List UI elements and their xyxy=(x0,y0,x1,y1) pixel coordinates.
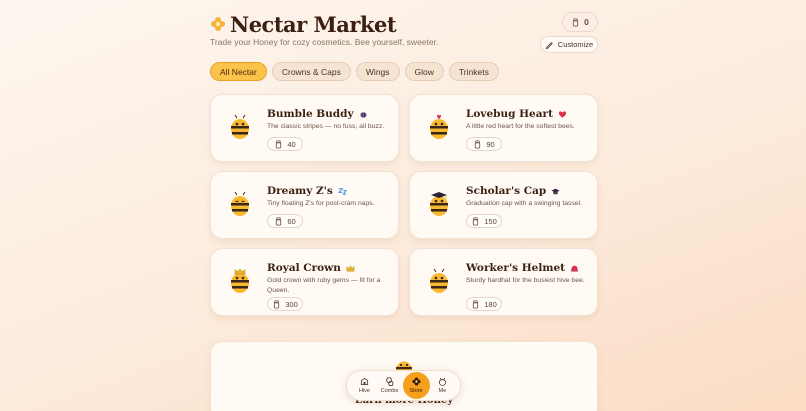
nav-label: Store xyxy=(409,388,423,394)
item-title: Bumble Buddy xyxy=(267,108,368,120)
item-description: Sturdy hardhat for the busiest hive bee. xyxy=(466,277,585,284)
bee-avatar-icon xyxy=(430,192,448,216)
price-button[interactable]: 60 xyxy=(267,214,303,228)
tab-wings[interactable]: Wings xyxy=(355,62,400,81)
nav-store[interactable]: Store xyxy=(402,372,430,399)
item-name: Royal Crown xyxy=(267,262,341,274)
item-description: A little red heart for the softest bees. xyxy=(466,123,575,130)
bee-avatar-icon xyxy=(231,114,249,139)
item-card-bumble-buddy[interactable]: Bumble Buddy The classic stripes — no fu… xyxy=(210,94,399,162)
item-description: Graduation cap with a swinging tassel. xyxy=(466,200,582,207)
nav-label: Me xyxy=(438,388,447,394)
nav-combs[interactable]: Combs xyxy=(378,377,402,394)
price-button[interactable]: 90 xyxy=(466,137,502,151)
price-value: 300 xyxy=(285,299,298,309)
item-description: Gold crown with ruby gems — fit for a Qu… xyxy=(267,277,381,294)
item-title: Dreamy Z's xyxy=(267,185,347,197)
helmet-icon xyxy=(570,265,579,272)
flower-logo-icon xyxy=(211,17,225,31)
honey-jar-icon xyxy=(473,216,479,226)
item-name: Worker's Helmet xyxy=(466,262,565,274)
honey-balance[interactable]: 0 xyxy=(562,12,598,32)
tab-trinkets[interactable]: Trinkets xyxy=(448,62,499,81)
item-grid: Bumble Buddy The classic stripes — no fu… xyxy=(210,94,598,316)
price-button[interactable]: 150 xyxy=(466,214,502,228)
tab-all-nectar[interactable]: All Nectar xyxy=(210,62,267,81)
bee-icon xyxy=(359,111,367,118)
item-name: Dreamy Z's xyxy=(267,185,333,197)
store-icon xyxy=(411,377,421,386)
item-name: Bumble Buddy xyxy=(267,108,354,120)
header: Nectar Market Trade your Honey for cozy … xyxy=(210,12,598,53)
page-subtitle: Trade your Honey for cozy cosmetics. Bee… xyxy=(210,37,439,47)
price-value: 150 xyxy=(484,216,497,226)
honey-jar-icon xyxy=(473,299,479,309)
nav-label: Combs xyxy=(380,388,399,394)
nav-me[interactable]: Me xyxy=(431,377,455,394)
balance-value: 0 xyxy=(584,17,589,27)
pencil-icon xyxy=(545,42,553,49)
customize-button[interactable]: Customize xyxy=(540,36,598,53)
nav-hive[interactable]: Hive xyxy=(353,377,377,394)
honey-jar-icon xyxy=(475,139,481,149)
bee-avatar-icon xyxy=(430,114,448,139)
grad-cap-icon xyxy=(551,188,560,194)
item-title: Lovebug Heart xyxy=(466,108,567,120)
honey-jar-icon xyxy=(274,299,280,309)
item-card-workers-helmet[interactable]: Worker's Helmet Sturdy hardhat for the b… xyxy=(409,248,598,316)
item-title: Worker's Helmet xyxy=(466,262,579,274)
item-name: Scholar's Cap xyxy=(466,185,547,197)
price-value: 180 xyxy=(484,299,497,309)
bottom-nav: Hive Combs Store Me xyxy=(346,370,461,401)
nav-label: Hive xyxy=(358,388,370,394)
item-title: Scholar's Cap xyxy=(466,185,560,197)
item-title: Royal Crown xyxy=(267,262,355,274)
customize-label: Customize xyxy=(557,40,594,49)
price-value: 90 xyxy=(486,139,495,149)
bee-avatar-icon xyxy=(231,268,249,293)
item-name: Lovebug Heart xyxy=(466,108,553,120)
price-button[interactable]: 40 xyxy=(267,137,303,151)
hive-icon xyxy=(360,377,369,386)
honey-jar-icon xyxy=(276,139,282,149)
bee-avatar-icon xyxy=(231,191,249,216)
item-card-royal-crown[interactable]: Royal Crown Gold crown with ruby gems — … xyxy=(210,248,399,316)
item-description: The classic stripes — no fuss, all buzz. xyxy=(267,123,385,130)
combs-icon xyxy=(385,377,394,386)
price-value: 60 xyxy=(287,216,296,226)
bee-avatar-icon xyxy=(430,268,448,293)
tab-crowns-caps[interactable]: Crowns & Caps xyxy=(271,62,351,81)
item-card-scholars-cap[interactable]: Scholar's Cap Graduation cap with a swin… xyxy=(409,171,598,239)
item-description: Tiny floating Z's for post-cram naps. xyxy=(267,200,375,207)
honey-jar-icon xyxy=(572,17,579,27)
item-card-dreamy-zs[interactable]: Dreamy Z's Tiny floating Z's for post-cr… xyxy=(210,171,399,239)
crown-icon xyxy=(346,264,355,271)
tab-glow[interactable]: Glow xyxy=(404,62,444,81)
page-title: Nectar Market xyxy=(230,12,397,37)
honey-jar-icon xyxy=(276,216,282,226)
zzz-icon xyxy=(337,187,347,195)
price-button[interactable]: 300 xyxy=(267,297,303,311)
category-tabs: All Nectar Crowns & Caps Wings Glow Trin… xyxy=(210,62,499,81)
price-value: 40 xyxy=(287,139,296,149)
item-card-lovebug-heart[interactable]: Lovebug Heart A little red heart for the… xyxy=(409,94,598,162)
me-icon xyxy=(438,377,447,386)
price-button[interactable]: 180 xyxy=(466,297,502,311)
heart-icon xyxy=(558,110,567,118)
